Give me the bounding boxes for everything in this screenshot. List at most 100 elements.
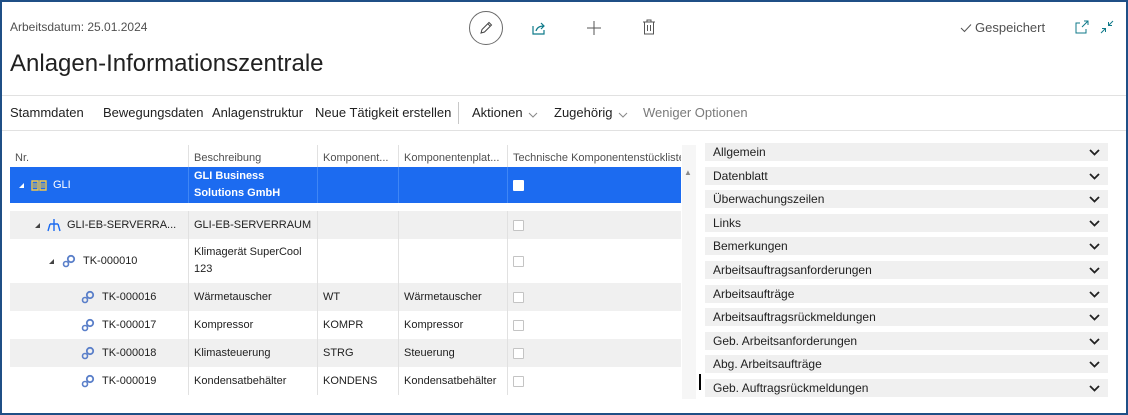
new-button[interactable] <box>585 19 603 37</box>
action-neue-taetigkeit[interactable]: Neue Tätigkeit erstellen <box>315 105 451 120</box>
factbox-label: Arbeitsauftragsrückmeldungen <box>713 310 876 324</box>
row-description: Wärmetauscher <box>188 283 317 311</box>
column-header-stueckliste[interactable]: Technische Komponentenstückliste <box>507 145 681 167</box>
book-icon <box>31 180 47 191</box>
row-checkbox[interactable] <box>513 179 524 191</box>
table-row[interactable]: TK-000019 Kondensatbehälter KONDENS Kond… <box>10 367 681 395</box>
collapse-triangle-icon[interactable] <box>48 258 55 265</box>
table-row[interactable]: TK-000018 Klimasteuerung STRG Steuerung <box>10 339 681 367</box>
collapse-button[interactable] <box>1099 19 1115 35</box>
collapse-triangle-icon[interactable] <box>34 222 41 229</box>
table-row[interactable]: TK-000010 Klimagerät SuperCool 123 <box>10 239 681 283</box>
factbox-bemerkungen[interactable]: Bemerkungen <box>705 237 1108 255</box>
action-bewegungsdaten[interactable]: Bewegungsdaten <box>103 105 203 120</box>
row-component <box>317 239 398 283</box>
chevron-down-icon <box>1089 219 1100 227</box>
row-nr: TK-000010 <box>83 254 138 267</box>
row-nr: GLI <box>53 178 71 191</box>
row-checkbox[interactable] <box>513 319 524 331</box>
row-component-place: Steuerung <box>398 339 507 367</box>
fewer-options-button[interactable]: Weniger Optionen <box>643 105 748 120</box>
column-header-komponente[interactable]: Komponent... <box>317 145 398 167</box>
trash-icon <box>643 19 655 35</box>
factbox-datenblatt[interactable]: Datenblatt <box>705 167 1108 185</box>
action-stammdaten[interactable]: Stammdaten <box>10 105 84 120</box>
factbox-arbeitsauftragsrueckmeldungen[interactable]: Arbeitsauftragsrückmeldungen <box>705 308 1108 326</box>
chevron-down-icon <box>1089 360 1100 368</box>
row-component-place: Kompressor <box>398 311 507 339</box>
factbox-abg-arbeitsauftraege[interactable]: Abg. Arbeitsaufträge <box>705 355 1108 373</box>
row-description: Kompressor <box>188 311 317 339</box>
saved-label: Gespeichert <box>975 20 1046 35</box>
collapse-icon <box>1100 20 1114 34</box>
chevron-down-icon <box>1089 266 1100 274</box>
chevron-down-icon <box>1089 290 1100 298</box>
menu-aktionen[interactable]: Aktionen <box>472 105 538 121</box>
row-component-place <box>398 239 507 283</box>
chevron-down-icon <box>1089 195 1100 203</box>
row-component: STRG <box>317 339 398 367</box>
delete-button[interactable] <box>640 18 658 36</box>
table-row[interactable]: GLI GLI Business Solutions GmbH <box>10 167 681 203</box>
chevron-down-icon <box>1089 172 1100 180</box>
column-header-nr[interactable]: Nr. <box>10 145 186 167</box>
grid-scrollbar[interactable] <box>682 145 696 399</box>
row-nr: TK-000016 <box>102 290 157 303</box>
structure-icon <box>47 219 61 232</box>
row-checkbox[interactable] <box>513 255 524 267</box>
checkmark-icon <box>960 23 972 32</box>
factbox-label: Bemerkungen <box>713 239 788 253</box>
factbox-geb-auftragsrueckmeldungen[interactable]: Geb. Auftragsrückmeldungen <box>705 379 1108 397</box>
row-description: Klimagerät SuperCool 123 <box>188 239 317 283</box>
component-gear-icon <box>62 254 76 268</box>
column-header-beschreibung[interactable]: Beschreibung <box>188 145 317 167</box>
table-row[interactable]: TK-000017 Kompressor KOMPR Kompressor <box>10 311 681 339</box>
edit-button[interactable] <box>469 11 503 45</box>
row-checkbox[interactable] <box>513 375 524 387</box>
scroll-up-arrow-icon[interactable]: ▲ <box>684 168 692 177</box>
column-header-komponentenplatz[interactable]: Komponentenplat... <box>398 145 507 167</box>
factbox-label: Allgemein <box>713 145 766 159</box>
text-caret <box>699 374 701 390</box>
share-icon <box>532 22 545 35</box>
row-nr: TK-000018 <box>102 346 157 359</box>
row-checkbox[interactable] <box>513 347 524 359</box>
factbox-geb-arbeitsanforderungen[interactable]: Geb. Arbeitsanforderungen <box>705 332 1108 350</box>
action-separator <box>458 102 459 124</box>
factbox-links[interactable]: Links <box>705 214 1108 232</box>
chevron-down-icon <box>1089 313 1100 321</box>
saved-status: Gespeichert <box>960 20 1045 35</box>
row-component <box>317 211 398 239</box>
component-gear-icon <box>81 346 95 360</box>
page-frame: Arbeitsdatum: 25.01.2024 Gespeichert Anl… <box>0 0 1128 415</box>
row-nr: GLI-EB-SERVERRA... <box>67 218 177 231</box>
factbox-label: Geb. Arbeitsanforderungen <box>713 334 858 348</box>
open-in-new-icon <box>1075 20 1089 34</box>
row-description: GLI-EB-SERVERRAUM <box>188 211 317 239</box>
open-new-window-button[interactable] <box>1074 19 1090 35</box>
pencil-icon <box>480 21 493 34</box>
factbox-allgemein[interactable]: Allgemein <box>705 143 1108 161</box>
menu-zugehoerig[interactable]: Zugehörig <box>554 105 628 121</box>
menu-zugehoerig-label: Zugehörig <box>554 105 613 120</box>
component-gear-icon <box>81 374 95 388</box>
factbox-arbeitsauftragsanforderungen[interactable]: Arbeitsauftragsanforderungen <box>705 261 1108 279</box>
factbox-arbeitsauftraege[interactable]: Arbeitsaufträge <box>705 285 1108 303</box>
row-nr: TK-000019 <box>102 374 157 387</box>
row-checkbox[interactable] <box>513 219 524 231</box>
row-description: Kondensatbehälter <box>188 367 317 395</box>
action-anlagenstruktur[interactable]: Anlagenstruktur <box>212 105 303 120</box>
collapse-triangle-icon[interactable] <box>18 182 25 189</box>
factbox-ueberwachungszeilen[interactable]: Überwachungszeilen <box>705 190 1108 208</box>
row-checkbox[interactable] <box>513 291 524 303</box>
chevron-down-icon <box>1089 242 1100 250</box>
share-button[interactable] <box>530 19 548 37</box>
chevron-down-icon <box>1089 384 1100 392</box>
row-component: KONDENS <box>317 367 398 395</box>
table-row[interactable]: GLI-EB-SERVERRA... GLI-EB-SERVERRAUM <box>10 211 681 239</box>
table-row[interactable]: TK-000016 Wärmetauscher WT Wärmetauscher <box>10 283 681 311</box>
row-nr: TK-000017 <box>102 318 157 331</box>
chevron-down-icon <box>618 106 628 121</box>
chevron-down-icon <box>1089 337 1100 345</box>
factbox-label: Arbeitsaufträge <box>713 287 795 301</box>
